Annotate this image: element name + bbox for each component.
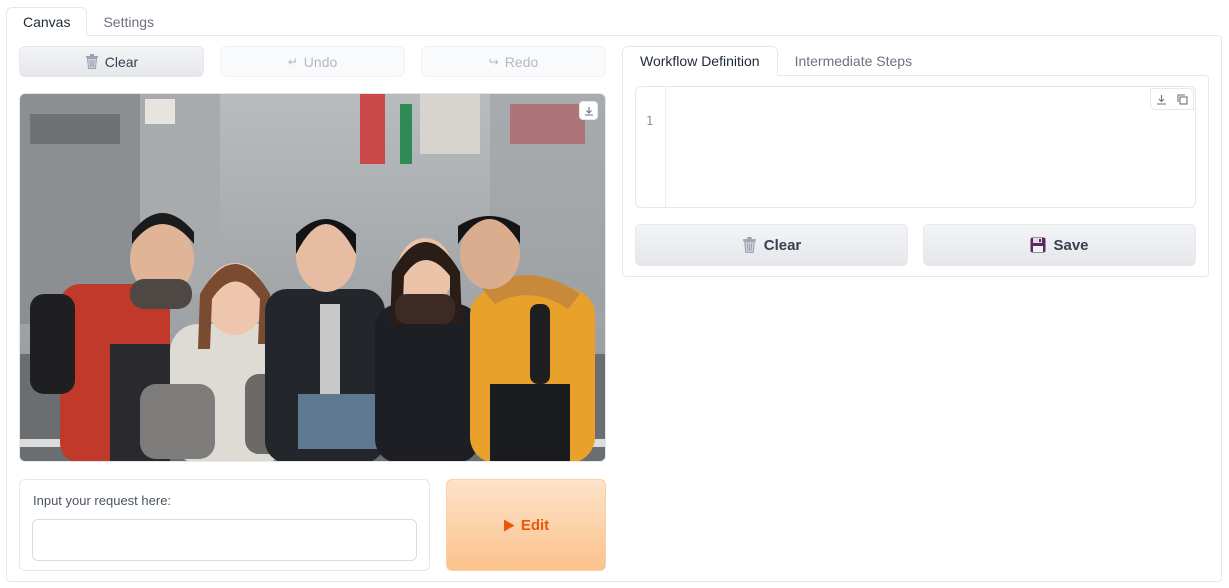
street-photo [20,94,605,461]
redo-button[interactable]: ↪ Redo [421,46,606,77]
request-input[interactable] [32,519,417,561]
code-actions [1150,88,1194,110]
line-number: 1 [646,114,654,128]
undo-label: Undo [303,53,338,70]
floppy-disk-icon [1030,237,1046,253]
redo-label: Redo [504,53,539,70]
edit-label: Edit [520,516,550,534]
redo-icon: ↪ [488,54,499,69]
save-button[interactable]: Save [923,224,1196,266]
right-tab-bar: Workflow Definition Intermediate Steps [622,46,929,76]
download-icon[interactable] [1156,94,1167,105]
tab-workflow-definition[interactable]: Workflow Definition [622,46,778,76]
canvas-image[interactable] [19,93,606,462]
trash-icon [742,237,756,253]
request-panel: Input your request here: [19,479,430,571]
copy-icon[interactable] [1177,93,1188,105]
undo-button[interactable]: ↵ Undo [220,46,405,77]
clear-workflow-button[interactable]: Clear [635,224,908,266]
tab-intermediate-steps[interactable]: Intermediate Steps [778,46,930,76]
undo-icon: ↵ [287,54,298,69]
trash-icon [85,54,98,69]
request-label: Input your request here: [33,493,172,508]
tab-settings[interactable]: Settings [87,7,170,36]
play-icon [503,519,515,531]
save-label: Save [1053,236,1089,254]
image-download-button[interactable] [579,101,598,120]
download-icon [584,106,593,116]
edit-button[interactable]: Edit [446,479,606,571]
line-gutter: 1 [636,87,666,207]
clear-workflow-label: Clear [763,236,802,254]
top-tab-bar: Canvas Settings [6,7,170,36]
clear-canvas-button[interactable]: Clear [19,46,204,77]
clear-canvas-label: Clear [104,53,139,70]
tab-canvas[interactable]: Canvas [6,7,88,36]
workflow-code-editor[interactable]: 1 [635,86,1196,208]
